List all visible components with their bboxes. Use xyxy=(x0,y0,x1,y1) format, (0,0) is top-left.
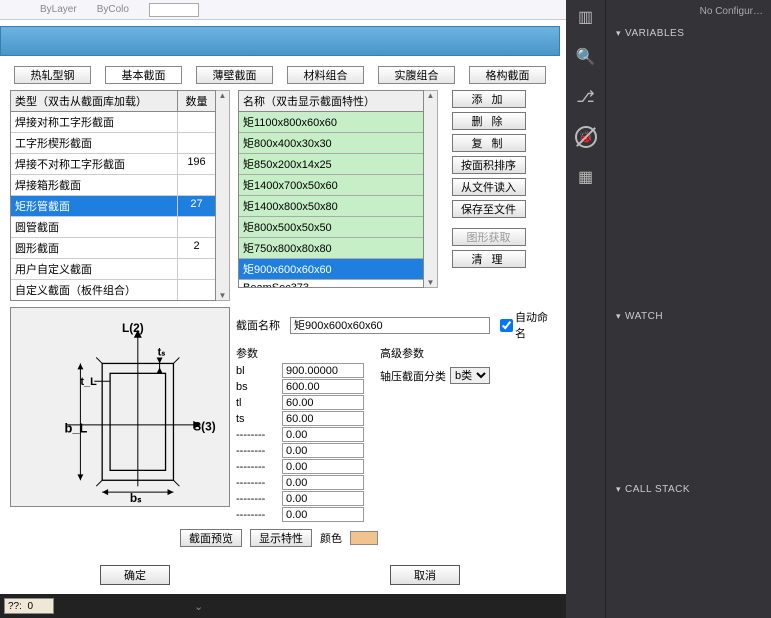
params-label: 参数 xyxy=(236,345,364,361)
ok-button[interactable]: 确定 xyxy=(100,565,170,585)
param-input[interactable] xyxy=(282,363,364,378)
section-name-input[interactable] xyxy=(290,317,490,334)
section-row[interactable]: 矩800x400x30x30 xyxy=(239,133,423,154)
panel-icon[interactable]: ▥ xyxy=(575,6,597,28)
svg-text:bₛ: bₛ xyxy=(130,491,142,505)
type-row[interactable]: 圆形截面2 xyxy=(11,238,215,259)
type-row[interactable]: 自定义截面（板件组合） xyxy=(11,280,215,300)
debug-panel: ▥ 🔍 ⎇ 🐞 ▦ No Configur… VARIABLES WATCH C… xyxy=(566,0,771,618)
type-list-header: 类型（双击从截面库加载） 数量 xyxy=(10,90,216,112)
command-bar: ⌄ xyxy=(0,594,566,618)
section-row[interactable]: 矩750x800x80x80 xyxy=(239,238,423,259)
axis-class-select[interactable]: b类 xyxy=(450,367,490,384)
side-button[interactable]: 复 制 xyxy=(452,134,526,152)
param-key: -------- xyxy=(236,477,282,489)
callstack-header[interactable]: CALL STACK xyxy=(606,478,771,501)
side-button[interactable]: 清 理 xyxy=(452,250,526,268)
side-button[interactable]: 删 除 xyxy=(452,112,526,130)
section-name-label: 截面名称 xyxy=(236,317,286,333)
color-swatch[interactable] xyxy=(350,531,378,545)
section-scrollbar[interactable] xyxy=(424,90,438,288)
param-key: -------- xyxy=(236,429,282,441)
type-row[interactable]: 焊接箱形截面 xyxy=(11,175,215,196)
axis-class-label: 轴压截面分类 xyxy=(380,368,446,384)
tab-4[interactable]: 实腹组合 xyxy=(378,66,455,84)
watch-header[interactable]: WATCH xyxy=(606,305,771,328)
color-label: 颜色 xyxy=(320,530,342,546)
section-row[interactable]: BeamSec373 xyxy=(239,280,423,288)
param-input[interactable] xyxy=(282,507,364,522)
type-row[interactable]: 焊接对称工字形截面 xyxy=(11,112,215,133)
param-key: -------- xyxy=(236,493,282,505)
param-key: bs xyxy=(236,381,282,393)
tab-3[interactable]: 材料组合 xyxy=(287,66,364,84)
tab-row: 热轧型钢基本截面薄壁截面材料组合实腹组合格构截面 xyxy=(10,62,550,90)
activity-bar: ▥ 🔍 ⎇ 🐞 ▦ xyxy=(566,0,606,618)
type-list[interactable]: 焊接对称工字形截面工字形楔形截面焊接不对称工字形截面196焊接箱形截面矩形管截面… xyxy=(10,112,216,301)
param-key: -------- xyxy=(236,445,282,457)
section-row[interactable]: 矩800x500x50x50 xyxy=(239,217,423,238)
tab-5[interactable]: 格构截面 xyxy=(469,66,546,84)
type-row[interactable]: 用户自定义截面 xyxy=(11,259,215,280)
param-input[interactable] xyxy=(282,411,364,426)
tab-0[interactable]: 热轧型钢 xyxy=(14,66,91,84)
type-row[interactable]: 焊接不对称工字形截面196 xyxy=(11,154,215,175)
section-row[interactable]: 矩1100x800x60x60 xyxy=(239,112,423,133)
type-row[interactable]: 圆管截面 xyxy=(11,217,215,238)
debug-icon[interactable]: 🐞 xyxy=(575,126,597,148)
side-button[interactable]: 添 加 xyxy=(452,90,526,108)
type-row[interactable]: 矩形管截面27 xyxy=(11,196,215,217)
svg-text:t_L: t_L xyxy=(80,376,97,388)
search-icon[interactable]: 🔍 xyxy=(575,46,597,68)
param-input[interactable] xyxy=(282,427,364,442)
section-row[interactable]: 矩850x200x14x25 xyxy=(239,154,423,175)
chevron-icon[interactable]: ⌄ xyxy=(194,600,203,613)
adv-params-label: 高级参数 xyxy=(380,345,490,361)
extensions-icon[interactable]: ▦ xyxy=(575,166,597,188)
side-button[interactable]: 图形获取 xyxy=(452,228,526,246)
param-key: -------- xyxy=(236,509,282,521)
param-input[interactable] xyxy=(282,379,364,394)
axis-L-label: L(2) xyxy=(122,321,144,335)
section-preview: L(2) S(3) tₛ t_L xyxy=(10,307,230,507)
side-button[interactable]: 保存至文件 xyxy=(452,200,526,218)
param-input[interactable] xyxy=(282,395,364,410)
section-list-header: 名称（双击显示截面特性） xyxy=(238,90,424,112)
section-row[interactable]: 矩1400x800x50x80 xyxy=(239,196,423,217)
svg-text:b_L: b_L xyxy=(65,421,88,436)
param-key: tl xyxy=(236,397,282,409)
param-input[interactable] xyxy=(282,475,364,490)
param-input[interactable] xyxy=(282,491,364,506)
side-button[interactable]: 从文件读入 xyxy=(452,178,526,196)
section-row[interactable]: 矩900x600x60x60 xyxy=(239,259,423,280)
section-preview-button[interactable]: 截面预览 xyxy=(180,529,242,547)
section-row[interactable]: 矩1400x700x50x60 xyxy=(239,175,423,196)
type-row[interactable]: 工字形楔形截面 xyxy=(11,133,215,154)
param-key: -------- xyxy=(236,461,282,473)
svg-text:tₛ: tₛ xyxy=(158,347,166,359)
command-input[interactable] xyxy=(4,598,54,614)
side-button-column: 添 加删 除复 制按面积排序从文件读入保存至文件图形获取清 理 xyxy=(446,90,531,301)
variables-header[interactable]: VARIABLES xyxy=(606,22,771,45)
param-key: bl xyxy=(236,365,282,377)
section-list[interactable]: 矩1100x800x60x60矩800x400x30x30矩850x200x14… xyxy=(238,112,424,288)
tab-2[interactable]: 薄壁截面 xyxy=(196,66,273,84)
param-input[interactable] xyxy=(282,443,364,458)
param-key: ts xyxy=(236,413,282,425)
config-label: No Configur… xyxy=(606,6,771,22)
branch-icon[interactable]: ⎇ xyxy=(575,86,597,108)
type-scrollbar[interactable] xyxy=(216,90,230,301)
side-button[interactable]: 按面积排序 xyxy=(452,156,526,174)
cancel-button[interactable]: 取消 xyxy=(390,565,460,585)
tab-1[interactable]: 基本截面 xyxy=(105,66,182,84)
ribbon-bar xyxy=(0,26,560,56)
section-dialog: 热轧型钢基本截面薄壁截面材料组合实腹组合格构截面 类型（双击从截面库加载） 数量… xyxy=(0,56,560,591)
show-properties-button[interactable]: 显示特性 xyxy=(250,529,312,547)
param-input[interactable] xyxy=(282,459,364,474)
auto-name-checkbox[interactable]: 自动命名 xyxy=(500,309,550,341)
